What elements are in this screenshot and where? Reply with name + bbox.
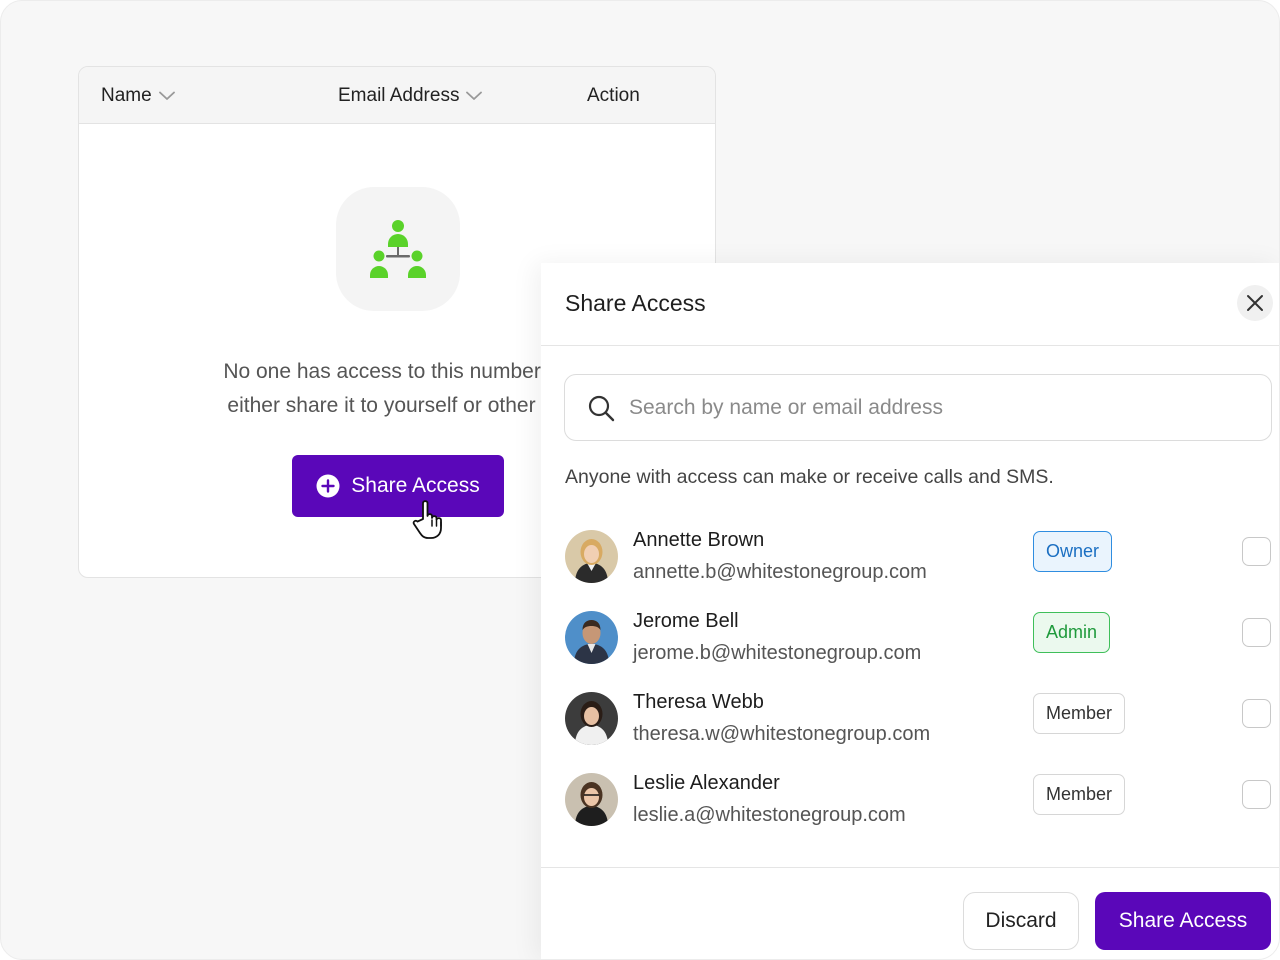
avatar <box>565 773 618 826</box>
avatar <box>565 611 618 664</box>
column-email-label: Email Address <box>338 84 460 106</box>
chevron-down-icon <box>466 91 483 100</box>
panel-title: Share Access <box>565 290 706 316</box>
confirm-share-access-button[interactable]: Share Access <box>1095 892 1271 950</box>
user-select-checkbox[interactable] <box>1242 780 1271 809</box>
role-badge-admin: Admin <box>1033 612 1111 653</box>
search-field[interactable] <box>564 374 1272 441</box>
user-row: Jerome Bell jerome.b@whitestonegroup.com… <box>565 608 1275 668</box>
user-name: Annette Brown <box>633 529 765 551</box>
access-info-text: Anyone with access can make or receive c… <box>565 466 1054 488</box>
user-row: Annette Brown annette.b@whitestonegroup.… <box>565 527 1275 587</box>
pointer-hand-icon <box>412 500 442 539</box>
close-icon <box>1247 295 1263 311</box>
user-email: jerome.b@whitestonegroup.com <box>633 642 922 664</box>
column-name-header[interactable]: Name <box>101 67 175 124</box>
plus-circle-icon <box>316 474 340 498</box>
user-name: Leslie Alexander <box>633 772 780 794</box>
user-select-checkbox[interactable] <box>1242 699 1271 728</box>
share-access-button-label: Share Access <box>351 474 480 497</box>
app-canvas: Name Email Address Action No one has acc… <box>0 0 1280 960</box>
user-email: annette.b@whitestonegroup.com <box>633 561 927 583</box>
close-button[interactable] <box>1237 285 1273 321</box>
user-name: Jerome Bell <box>633 610 739 632</box>
column-email-header[interactable]: Email Address <box>338 67 483 124</box>
role-badge-member: Member <box>1033 774 1126 815</box>
share-access-panel: Share Access Anyone with access can make… <box>541 263 1279 959</box>
discard-button[interactable]: Discard <box>963 892 1079 950</box>
user-name: Theresa Webb <box>633 691 764 713</box>
avatar <box>565 692 618 745</box>
column-action-label: Action <box>587 84 640 106</box>
role-badge-member: Member <box>1033 693 1126 734</box>
user-email: leslie.a@whitestonegroup.com <box>633 804 906 826</box>
user-email: theresa.w@whitestonegroup.com <box>633 723 931 745</box>
user-select-checkbox[interactable] <box>1242 537 1271 566</box>
table-header: Name Email Address Action <box>79 67 715 124</box>
user-select-checkbox[interactable] <box>1242 618 1271 647</box>
empty-state-icon-container <box>336 187 460 311</box>
search-input[interactable] <box>629 395 1229 420</box>
role-badge-owner: Owner <box>1033 531 1113 572</box>
user-row: Leslie Alexander leslie.a@whitestonegrou… <box>565 770 1275 830</box>
search-icon <box>587 394 615 422</box>
column-name-label: Name <box>101 84 152 106</box>
panel-header: Share Access <box>541 263 1279 346</box>
share-access-button[interactable]: Share Access <box>292 455 504 517</box>
user-row: Theresa Webb theresa.w@whitestonegroup.c… <box>565 689 1275 749</box>
team-hierarchy-icon <box>370 220 426 278</box>
chevron-down-icon <box>158 91 175 100</box>
panel-footer: Discard Share Access <box>541 867 1279 959</box>
column-action-header: Action <box>587 67 640 124</box>
avatar <box>565 530 618 583</box>
